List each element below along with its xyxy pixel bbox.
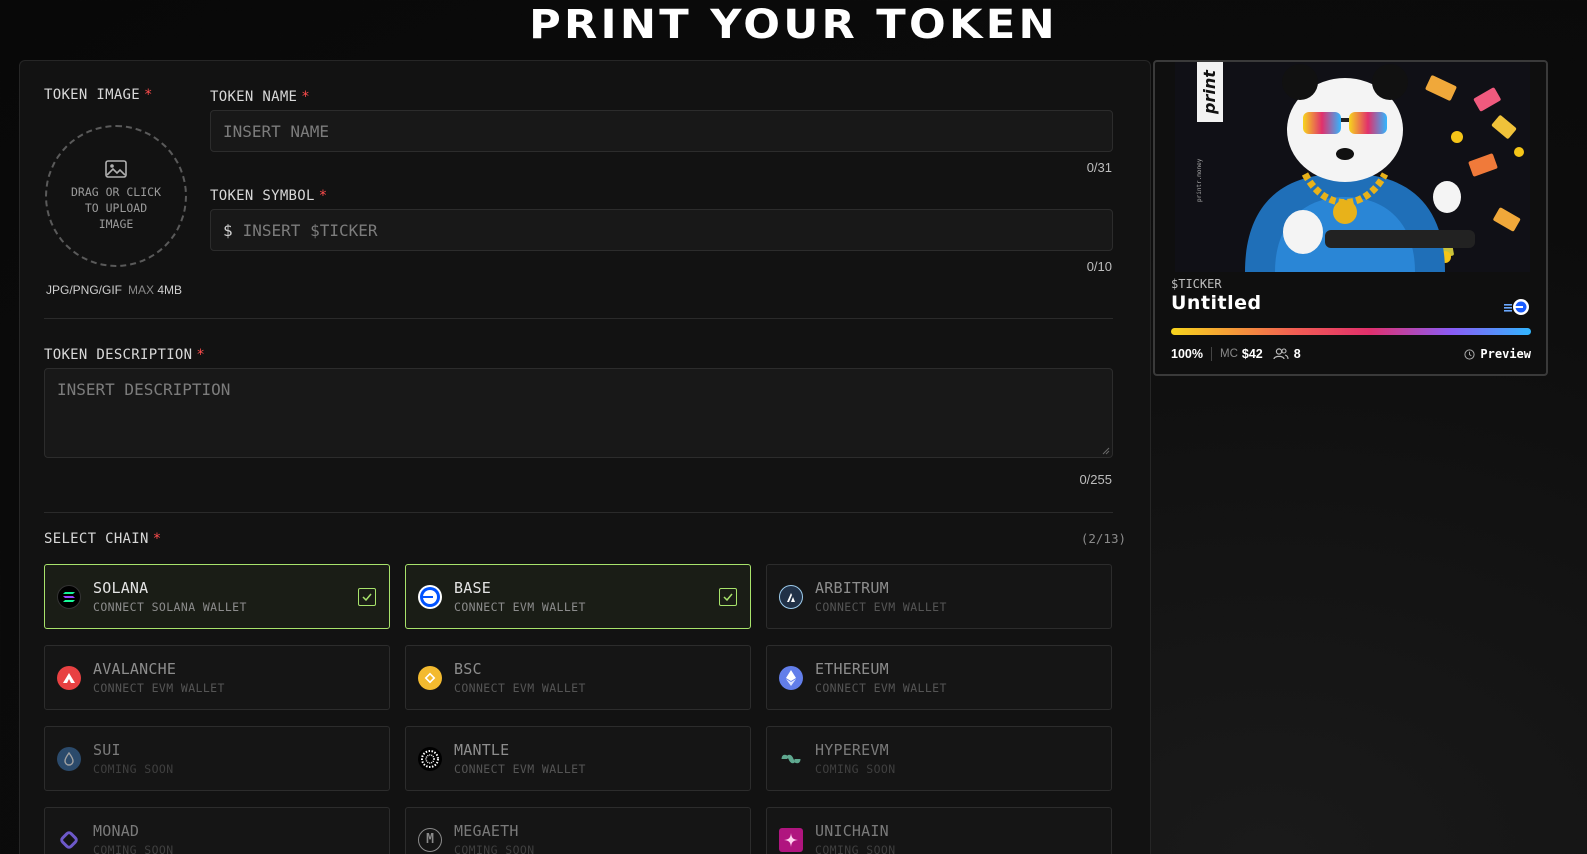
chain-name: MANTLE (454, 741, 510, 759)
market-cap-value: $42 (1241, 347, 1263, 361)
token-name-input[interactable]: INSERT NAME (210, 110, 1113, 152)
chain-selection-count: (2/13) (1080, 531, 1126, 546)
chain-subtitle: CONNECT SOLANA WALLET (93, 600, 247, 614)
preview-stats: 100% MC $42 8 Preview (1171, 347, 1531, 361)
token-description-placeholder: INSERT DESCRIPTION (57, 380, 231, 399)
progress-percent: 100% (1171, 347, 1203, 361)
chain-subtitle: COMING SOON (93, 762, 174, 776)
holders-count: 8 (1293, 347, 1301, 361)
chain-card-monad[interactable]: MONAD COMING SOON (44, 807, 390, 854)
preview-link[interactable]: Preview (1464, 347, 1531, 361)
chain-name: SOLANA (93, 579, 149, 597)
token-symbol-label: TOKEN SYMBOL * (210, 188, 328, 204)
hyperevm-icon (779, 747, 803, 771)
checkbox-checked-icon[interactable] (358, 588, 376, 606)
select-chain-label: SELECT CHAIN * (44, 531, 162, 547)
chain-name: BSC (454, 660, 482, 678)
chain-card-bsc[interactable]: BSC CONNECT EVM WALLET (405, 645, 751, 710)
token-image-label: TOKEN IMAGE * (44, 87, 153, 103)
chain-subtitle: CONNECT EVM WALLET (454, 681, 586, 695)
token-description-counter: 0/255 (1079, 472, 1112, 487)
image-format-hint: JPG/PNG/GIF MAX 4MB (46, 283, 183, 297)
chain-card-hyperevm[interactable]: HYPEREVM COMING SOON (766, 726, 1112, 791)
bonding-progress-bar (1171, 328, 1531, 335)
chain-subtitle: CONNECT EVM WALLET (815, 600, 947, 614)
mantle-icon (418, 746, 442, 771)
chain-subtitle: COMING SOON (93, 843, 174, 854)
token-name-label: TOKEN NAME * (210, 89, 311, 105)
art-logo-text: print (1200, 69, 1219, 115)
dollar-prefix: $ (223, 220, 233, 240)
token-preview-card: print printr.money $TICKER Untitled 100%… (1153, 60, 1548, 376)
chain-name: ETHEREUM (815, 660, 889, 678)
resize-handle-icon[interactable] (1102, 447, 1110, 455)
chain-card-arbitrum[interactable]: ARBITRUM CONNECT EVM WALLET (766, 564, 1112, 629)
chain-subtitle: COMING SOON (815, 762, 896, 776)
chain-card-base[interactable]: BASE CONNECT EVM WALLET (405, 564, 751, 629)
token-symbol-placeholder: INSERT $TICKER (242, 220, 378, 240)
chain-name: ARBITRUM (815, 579, 889, 597)
chain-subtitle: CONNECT EVM WALLET (454, 762, 586, 776)
token-symbol-counter: 0/10 (1086, 259, 1112, 274)
holders-icon (1273, 348, 1289, 360)
page-title: PRINT YOUR TOKEN (529, 2, 1058, 48)
token-name-counter: 0/31 (1086, 160, 1112, 175)
token-art-image: print printr.money (1175, 62, 1530, 272)
divider (1210, 347, 1212, 361)
token-description-textarea[interactable]: INSERT DESCRIPTION (44, 368, 1113, 458)
solana-icon (57, 584, 81, 609)
chain-subtitle: CONNECT EVM WALLET (815, 681, 947, 695)
chain-card-unichain[interactable]: UNICHAIN COMING SOON (766, 807, 1112, 854)
base-icon (418, 584, 442, 609)
clock-icon (1464, 348, 1476, 360)
chain-name: SUI (93, 741, 121, 759)
chain-subtitle: CONNECT EVM WALLET (454, 600, 586, 614)
chain-name: UNICHAIN (815, 822, 889, 840)
chain-subtitle: CONNECT EVM WALLET (93, 681, 225, 695)
divider (44, 512, 1113, 513)
preview-token-name: Untitled (1171, 292, 1262, 314)
token-symbol-input[interactable]: $ INSERT $TICKER (210, 209, 1113, 251)
upload-hint: DRAG OR CLICK TO UPLOAD IMAGE (70, 185, 161, 231)
monad-icon (57, 828, 81, 852)
chain-card-mantle[interactable]: MANTLE CONNECT EVM WALLET (405, 726, 751, 791)
image-icon (105, 160, 127, 178)
image-upload-dropzone[interactable]: DRAG OR CLICK TO UPLOAD IMAGE (45, 125, 187, 267)
avalanche-icon (57, 665, 81, 690)
preview-ticker: $TICKER (1171, 277, 1222, 291)
market-cap-label: MC (1219, 348, 1238, 360)
chain-card-ethereum[interactable]: ETHEREUM CONNECT EVM WALLET (766, 645, 1112, 710)
arbitrum-icon (779, 584, 803, 609)
chain-name: AVALANCHE (93, 660, 177, 678)
art-caption-text: printr.money (1196, 158, 1203, 202)
token-name-placeholder: INSERT NAME (223, 121, 329, 141)
unichain-icon (779, 827, 803, 852)
megaeth-icon: M (418, 827, 442, 852)
ethereum-icon (779, 665, 803, 690)
progress-fill (1171, 328, 1531, 335)
chain-card-megaeth[interactable]: M MEGAETH COMING SOON (405, 807, 751, 854)
chain-subtitle: COMING SOON (454, 843, 535, 854)
checkbox-checked-icon[interactable] (719, 588, 737, 606)
token-description-label: TOKEN DESCRIPTION * (44, 347, 206, 363)
bsc-icon (418, 665, 442, 690)
sui-icon (57, 746, 81, 771)
chain-name: MONAD (93, 822, 140, 840)
chain-name: BASE (454, 579, 491, 597)
chain-card-sui[interactable]: SUI COMING SOON (44, 726, 390, 791)
divider (44, 318, 1113, 319)
token-form: TOKEN IMAGE * DRAG OR CLICK TO UPLOAD IMA… (19, 60, 1151, 854)
chain-name: HYPEREVM (815, 741, 889, 759)
preview-link-label: Preview (1480, 347, 1531, 361)
chain-card-solana[interactable]: SOLANA CONNECT SOLANA WALLET (44, 564, 390, 629)
chain-subtitle: COMING SOON (815, 843, 896, 854)
base-chain-badge-icon (1504, 299, 1529, 315)
chain-name: MEGAETH (454, 822, 519, 840)
chain-card-avalanche[interactable]: AVALANCHE CONNECT EVM WALLET (44, 645, 390, 710)
